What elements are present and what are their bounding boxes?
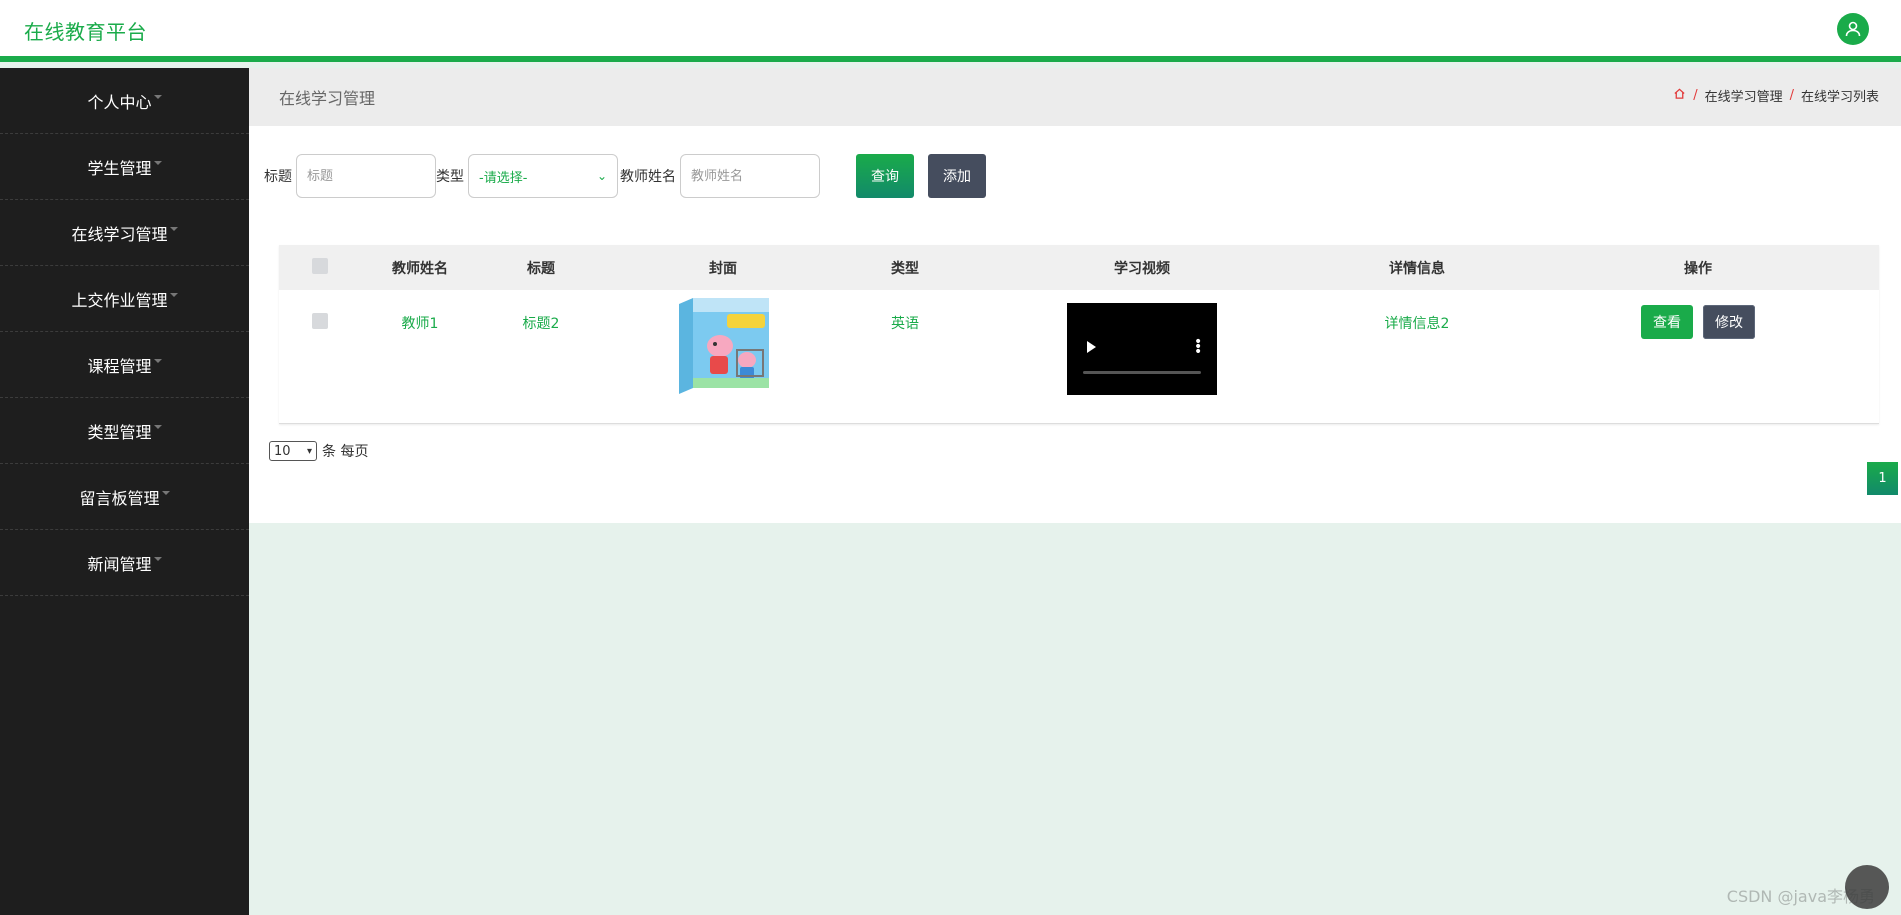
sidebar-item-personal-center[interactable]: 个人中心 [0, 68, 249, 134]
row-select-cell [279, 290, 361, 333]
breadcrumb-separator: / [1789, 88, 1794, 103]
video-progress-bar[interactable] [1083, 371, 1201, 374]
user-avatar-icon[interactable] [1837, 13, 1869, 45]
sidebar-item-label: 新闻管理 [87, 554, 152, 574]
teacher-filter-label: 教师姓名 [620, 169, 676, 185]
video-cell: • • • [967, 290, 1317, 395]
caret-down-icon [161, 490, 170, 495]
table-row: 教师1 标题2 英语 • • • 详情信息2 查看 修改 [279, 290, 1879, 423]
page-size-value: 10 [274, 443, 291, 459]
sidebar: 个人中心 学生管理 在线学习管理 上交作业管理 课程管理 类型管理 留言板管理 … [0, 68, 249, 915]
teacher-name-input[interactable] [680, 154, 820, 198]
title-search-input[interactable] [296, 154, 436, 198]
sidebar-item-label: 学生管理 [87, 158, 152, 178]
search-filters: 标题 类型 -请选择- ⌄ 教师姓名 查询 添加 [264, 154, 986, 198]
chevron-down-icon: ▾ [306, 445, 312, 457]
type-filter-label: 类型 [436, 169, 464, 185]
sidebar-item-label: 课程管理 [87, 356, 152, 376]
type-cell: 英语 [891, 316, 919, 332]
breadcrumb-separator: / [1693, 88, 1698, 103]
breadcrumb-item: 在线学习列表 [1800, 90, 1879, 105]
video-player[interactable]: • • • [1067, 303, 1217, 395]
actions-cell: 查看 修改 [1517, 290, 1879, 339]
caret-down-icon [153, 160, 162, 165]
data-table: 教师姓名 标题 封面 类型 学习视频 详情信息 操作 教师1 标题2 英语 • … [279, 245, 1879, 424]
brand-title: 在线教育平台 [24, 20, 147, 44]
sidebar-item-course[interactable]: 课程管理 [0, 332, 249, 398]
sidebar-item-label: 个人中心 [87, 92, 152, 112]
sidebar-item-label: 类型管理 [87, 422, 152, 442]
title-filter-label: 标题 [264, 169, 292, 185]
column-header: 教师姓名 [392, 260, 448, 277]
title-cell: 标题2 [522, 316, 560, 332]
select-all-checkbox[interactable] [312, 257, 328, 274]
detail-cell: 详情信息2 [1384, 316, 1450, 332]
teacher-name-cell: 教师1 [401, 316, 439, 332]
page-size-control: 10 ▾ 条 每页 [269, 441, 368, 461]
caret-down-icon [153, 358, 162, 363]
type-select-value: -请选择- [479, 170, 528, 186]
cover-image [675, 296, 771, 394]
column-header: 详情信息 [1389, 260, 1445, 277]
select-all-cell [279, 257, 361, 278]
top-header: 在线教育平台 [0, 0, 1901, 62]
table-header: 教师姓名 标题 封面 类型 学习视频 详情信息 操作 [279, 245, 1879, 290]
sidebar-item-student-management[interactable]: 学生管理 [0, 134, 249, 200]
caret-down-icon [153, 94, 162, 99]
view-button[interactable]: 查看 [1641, 305, 1693, 339]
chevron-down-icon: ⌄ [596, 169, 607, 183]
sidebar-item-online-learning[interactable]: 在线学习管理 [0, 200, 249, 266]
floating-action-button[interactable] [1845, 865, 1889, 909]
edit-button[interactable]: 修改 [1703, 305, 1755, 339]
row-checkbox[interactable] [312, 313, 328, 329]
type-select[interactable]: -请选择- ⌄ [468, 154, 618, 198]
more-options-icon[interactable]: • • • [1194, 335, 1202, 359]
column-header: 封面 [709, 260, 737, 277]
breadcrumb: / 在线学习管理 / 在线学习列表 [1673, 86, 1879, 105]
column-header: 学习视频 [1114, 260, 1170, 277]
cover-cell [603, 290, 843, 394]
add-button[interactable]: 添加 [928, 154, 986, 198]
column-header: 操作 [1684, 260, 1712, 277]
caret-down-icon [153, 424, 162, 429]
page-size-select[interactable]: 10 ▾ [269, 441, 317, 461]
breadcrumb-item[interactable]: 在线学习管理 [1705, 86, 1783, 105]
caret-down-icon [169, 226, 178, 231]
home-icon[interactable] [1673, 87, 1686, 104]
sidebar-item-type[interactable]: 类型管理 [0, 398, 249, 464]
sidebar-item-label: 上交作业管理 [71, 290, 168, 310]
pagination-page-1[interactable]: 1 [1867, 462, 1898, 495]
sidebar-item-label: 留言板管理 [79, 488, 160, 508]
main-content: 在线学习管理 / 在线学习管理 / 在线学习列表 标题 类型 -请选择- ⌄ 教… [249, 68, 1901, 523]
sidebar-item-message-board[interactable]: 留言板管理 [0, 464, 249, 530]
play-icon[interactable] [1087, 341, 1096, 353]
sidebar-item-label: 在线学习管理 [71, 224, 168, 244]
breadcrumb-bar: 在线学习管理 / 在线学习管理 / 在线学习列表 [249, 68, 1901, 126]
sidebar-item-news[interactable]: 新闻管理 [0, 530, 249, 596]
page-title: 在线学习管理 [279, 89, 376, 108]
column-header: 标题 [527, 260, 555, 277]
caret-down-icon [169, 292, 178, 297]
page-size-suffix: 条 每页 [322, 444, 369, 460]
caret-down-icon [153, 556, 162, 561]
sidebar-item-homework[interactable]: 上交作业管理 [0, 266, 249, 332]
query-button[interactable]: 查询 [856, 154, 914, 198]
column-header: 类型 [891, 260, 919, 277]
